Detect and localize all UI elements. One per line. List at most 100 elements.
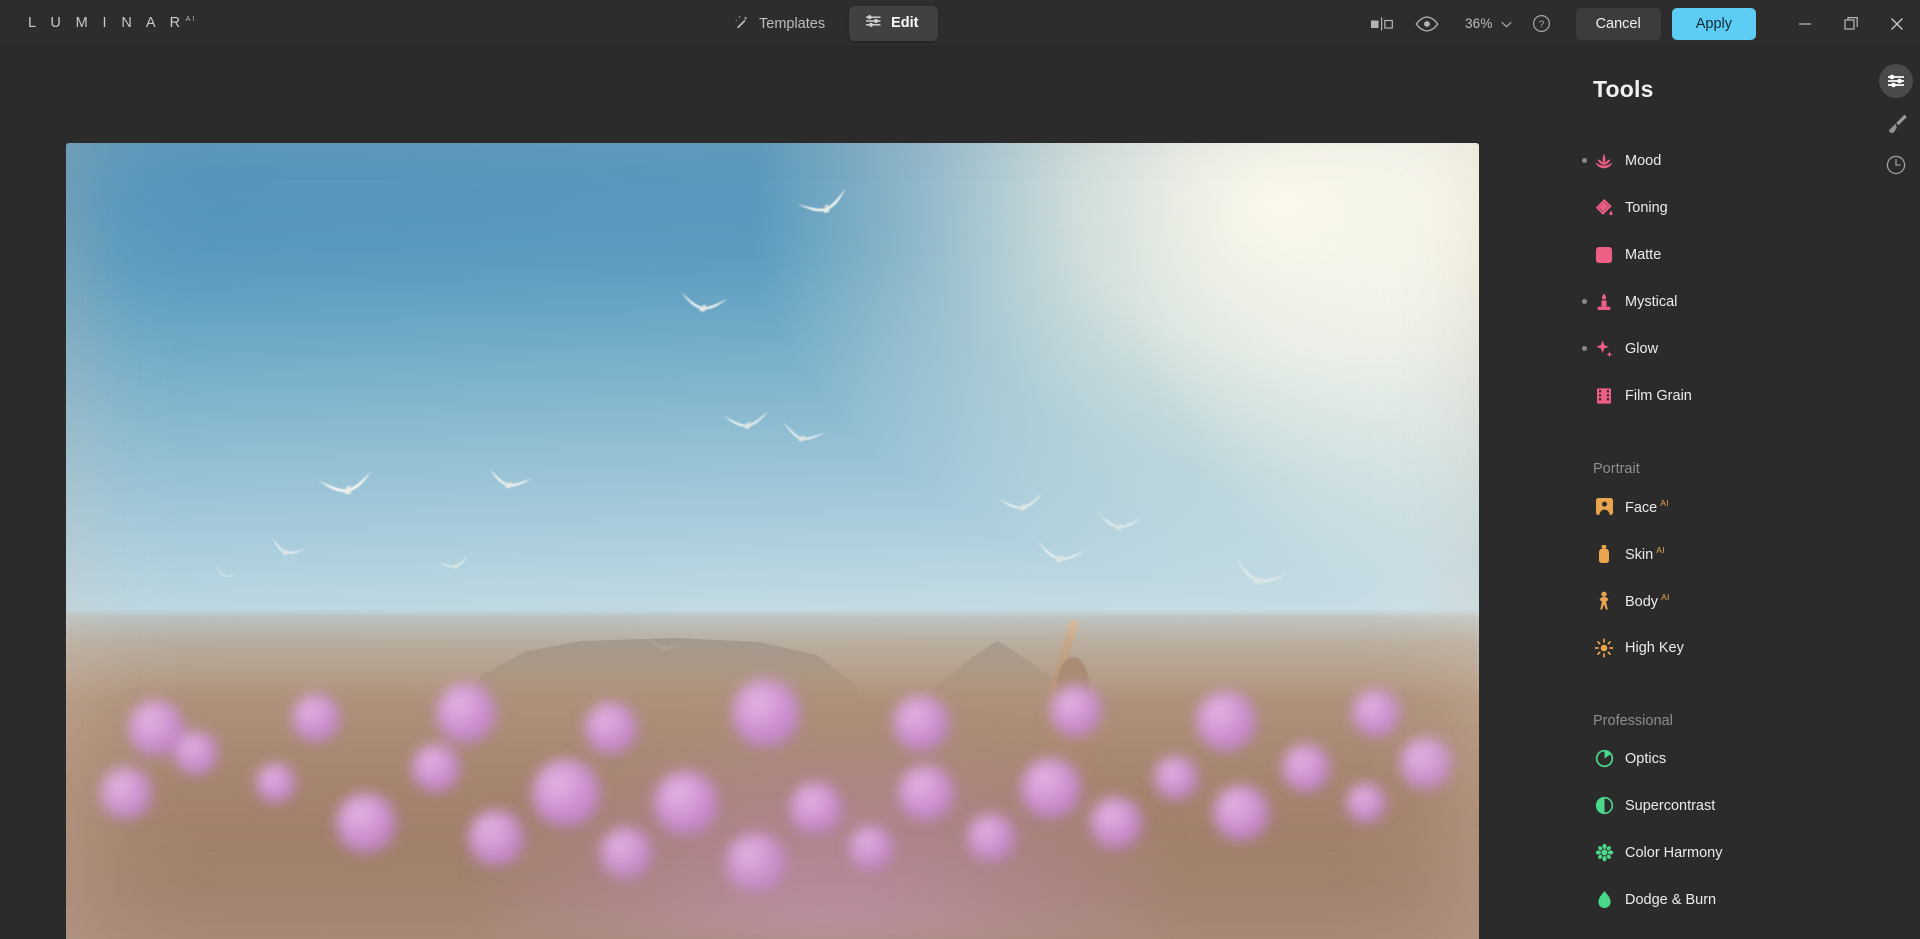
flower-blossom [790,782,842,834]
flower-blossom [336,793,396,853]
tool-item-label: Supercontrast [1625,797,1716,814]
compare-split-icon[interactable] [1361,0,1403,47]
face-frame-icon [1593,496,1615,518]
optics-lens-icon [1593,748,1615,770]
tools-panel: Tools Mood Toning Matte Mystical Glow Fi… [1558,47,1920,939]
tool-item-mood[interactable]: Mood [1558,137,1872,184]
apply-button[interactable]: Apply [1671,7,1756,40]
tool-item-dodge-burn[interactable]: Dodge & Burn [1558,876,1872,923]
brush-icon[interactable] [1879,106,1913,140]
flower-blossom [128,700,184,756]
flower-blossom [654,771,718,835]
minimize-icon[interactable] [1782,0,1828,47]
mode-switcher: Templates Edit [728,0,939,47]
app-logo-text: L U M I N A R [28,15,186,31]
matte-square-icon [1593,244,1615,266]
paint-bucket-icon [1593,197,1615,219]
tool-item-toning[interactable]: Toning [1558,184,1872,231]
flower-blossom [436,683,496,743]
tab-templates[interactable]: Templates [728,8,831,40]
flower-blossom [532,759,600,827]
purple-flowers-layer [66,679,1479,939]
question-circle-icon[interactable]: ? [1522,0,1562,47]
eye-icon[interactable] [1403,0,1451,47]
tool-dot-placeholder [1582,756,1587,761]
tool-item-label: Glow [1625,340,1659,357]
flower-blossom [898,765,954,821]
flower-blossom [585,702,637,754]
tool-dot-placeholder [1582,598,1587,603]
flower-blossom [600,827,652,879]
flower-blossom [893,695,949,751]
contrast-circle-icon [1593,795,1615,817]
flower-blossom [1090,797,1142,849]
tool-ai-badge: AI [1656,544,1665,555]
tool-dot-placeholder [1582,645,1587,650]
zoom-level-selector[interactable]: 36% [1451,15,1522,33]
tool-dot-placeholder [1582,205,1587,210]
tools-section-heading: Portrait [1593,461,1640,477]
sliders-icon [865,14,882,32]
tools-section-heading: Professional [1593,713,1673,729]
flower-blossom [726,833,786,893]
cancel-button[interactable]: Cancel [1575,7,1661,40]
tool-item-mystical[interactable]: Mystical [1558,278,1872,325]
tool-item-color-harmony[interactable]: Color Harmony [1558,829,1872,876]
tool-item-label: Optics [1625,750,1667,767]
tool-applied-dot [1582,158,1587,163]
flower-blossom [1400,737,1452,789]
top-toolbar-right-group: 36% ? Cancel Apply [1361,0,1920,47]
tools-scroll-container[interactable]: Mood Toning Matte Mystical Glow Film Gra… [1558,47,1872,939]
tool-item-glow[interactable]: Glow [1558,325,1872,372]
tool-item-label: Body AI [1625,591,1670,610]
flower-blossom [1050,685,1102,737]
tool-item-matte[interactable]: Matte [1558,231,1872,278]
flower-blossom [1346,783,1386,823]
magic-wand-icon [734,14,750,34]
flower-blossom [256,763,296,803]
restore-window-icon[interactable] [1828,0,1874,47]
flower-blossom [468,810,524,866]
flower-blossom [100,767,152,819]
sparkle-icon [1593,338,1615,360]
lotus-icon [1593,150,1615,172]
tab-edit[interactable]: Edit [849,6,939,41]
tool-item-label: Mystical [1625,293,1678,310]
tool-dot-placeholder [1582,551,1587,556]
tool-item-label: Matte [1625,246,1662,263]
window-controls [1782,0,1920,47]
close-icon[interactable] [1874,0,1920,47]
zoom-level-value: 36% [1464,16,1493,31]
candle-icon [1593,291,1615,313]
canvas-area[interactable] [0,47,1558,939]
skin-bottle-icon [1593,543,1615,565]
history-clock-icon[interactable] [1879,148,1913,182]
tool-dot-placeholder [1582,252,1587,257]
tool-dot-placeholder [1582,850,1587,855]
adjust-sliders-icon[interactable] [1879,64,1913,98]
tool-item-label: Face AI [1625,497,1669,516]
color-harmony-star-icon [1593,842,1615,864]
tool-item-skin[interactable]: Skin AI [1558,530,1872,577]
flower-blossom [967,814,1015,862]
tool-dot-placeholder [1582,897,1587,902]
photo-preview[interactable] [66,143,1479,939]
tool-item-optics[interactable]: Optics [1558,735,1872,782]
flower-blossom [849,826,893,870]
tool-item-film-grain[interactable]: Film Grain [1558,372,1872,419]
top-toolbar: L U M I N A RAI Templates Edit 36% ? Can… [0,0,1920,47]
tool-ai-badge: AI [1661,591,1670,602]
tool-applied-dot [1582,299,1587,304]
app-logo: L U M I N A RAI [28,14,196,31]
tool-item-face[interactable]: Face AI [1558,483,1872,530]
tool-item-body[interactable]: Body AI [1558,577,1872,624]
tools-list: Mood Toning Matte Mystical Glow Film Gra… [1558,137,1872,923]
tool-applied-dot [1582,346,1587,351]
body-figure-icon [1593,590,1615,612]
tool-item-supercontrast[interactable]: Supercontrast [1558,782,1872,829]
flower-blossom [1352,689,1400,737]
tool-dot-placeholder [1582,803,1587,808]
tool-item-high-key[interactable]: High Key [1558,624,1872,671]
right-rail [1872,47,1920,939]
